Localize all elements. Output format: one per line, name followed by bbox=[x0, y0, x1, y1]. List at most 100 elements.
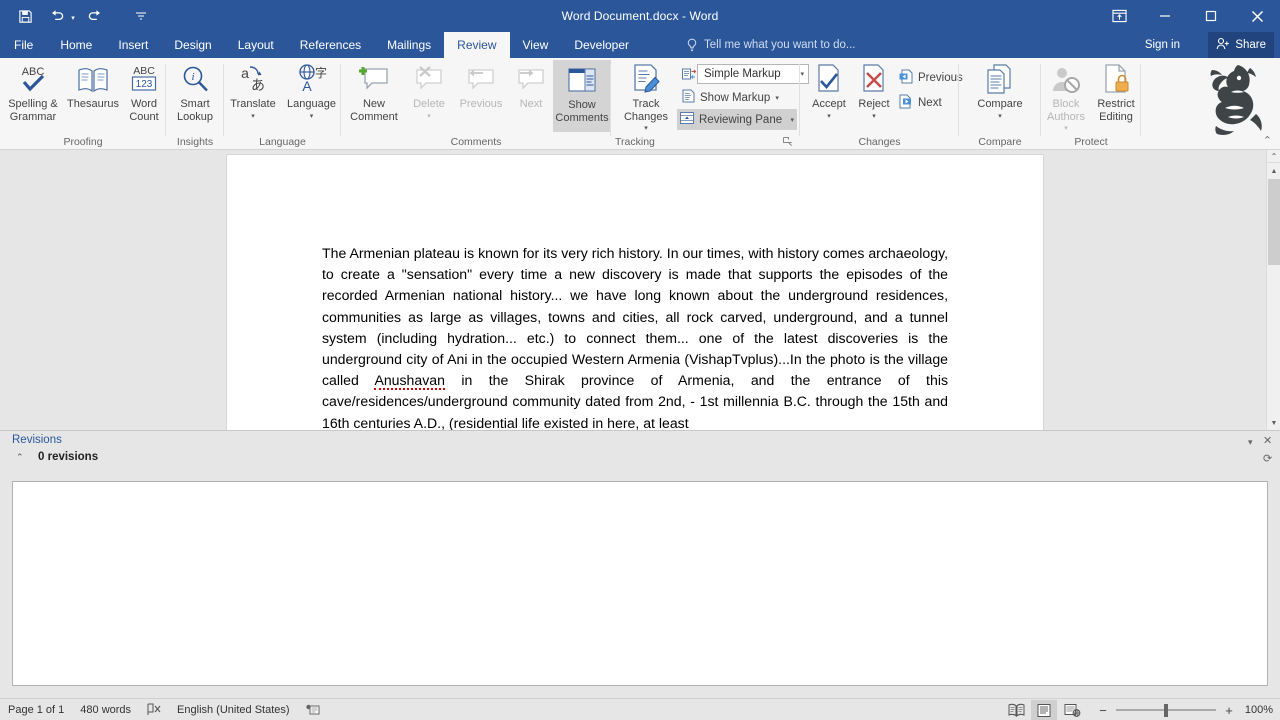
new-comment-button[interactable]: New Comment bbox=[343, 61, 405, 123]
tab-design[interactable]: Design bbox=[161, 32, 224, 58]
maximize-button[interactable] bbox=[1188, 0, 1234, 32]
ribbon-group-proofing: ABC Spelling & Grammar Thesaurus ABC 123 … bbox=[0, 58, 166, 150]
show-markup-button[interactable]: Show Markup ▾ bbox=[679, 87, 782, 108]
lightbulb-icon bbox=[686, 38, 698, 52]
tab-view[interactable]: View bbox=[510, 32, 562, 58]
thesaurus-button[interactable]: Thesaurus bbox=[64, 61, 122, 111]
restrict-editing-label: Restrict Editing bbox=[1097, 98, 1135, 123]
track-changes-button[interactable]: Track Changes ▾ bbox=[615, 61, 677, 136]
next-change-label: Next bbox=[918, 96, 942, 109]
share-button[interactable]: Share bbox=[1208, 32, 1274, 58]
language-dropdown-icon[interactable]: ▾ bbox=[310, 111, 314, 124]
tab-file[interactable]: File bbox=[0, 32, 48, 58]
previous-comment-button[interactable]: Previous bbox=[453, 61, 509, 111]
show-comments-button[interactable]: Show Comments bbox=[553, 60, 611, 132]
track-changes-label: Track Changes bbox=[623, 98, 669, 123]
word-count-indicator[interactable]: 480 words bbox=[72, 699, 139, 720]
tab-home[interactable]: Home bbox=[47, 32, 105, 58]
minimize-button[interactable] bbox=[1142, 0, 1188, 32]
track-changes-dropdown-icon[interactable]: ▾ bbox=[644, 123, 648, 136]
tab-developer[interactable]: Developer bbox=[561, 32, 642, 58]
macro-record-icon[interactable] bbox=[298, 699, 328, 720]
close-button[interactable] bbox=[1234, 0, 1280, 32]
smart-lookup-button[interactable]: i Smart Lookup bbox=[166, 61, 224, 123]
language-button[interactable]: A字 Language ▾ bbox=[282, 61, 341, 123]
tab-review[interactable]: Review bbox=[444, 32, 510, 58]
next-change-button[interactable]: Next bbox=[896, 92, 945, 113]
compare-button[interactable]: Compare ▾ bbox=[969, 61, 1031, 123]
accept-button[interactable]: Accept ▾ bbox=[806, 61, 852, 123]
translate-label: Translate bbox=[230, 98, 276, 110]
block-authors-button[interactable]: Block Authors ▾ bbox=[1041, 61, 1091, 136]
document-body-text[interactable]: The Armenian plateau is known for its ve… bbox=[322, 243, 948, 430]
proofing-errors-icon[interactable] bbox=[139, 699, 169, 720]
scroll-up-button[interactable]: ▲ bbox=[1267, 164, 1280, 178]
zoom-in-button[interactable]: + bbox=[1220, 703, 1238, 718]
block-authors-icon bbox=[1050, 61, 1082, 95]
tab-insert[interactable]: Insert bbox=[105, 32, 161, 58]
accept-dropdown-icon[interactable]: ▾ bbox=[827, 111, 831, 124]
ribbon-group-compare: Compare ▾ Compare bbox=[959, 58, 1041, 150]
show-markup-label: Show Markup bbox=[700, 91, 771, 104]
revisions-pane-menu-icon[interactable]: ▾ bbox=[1248, 437, 1253, 448]
reviewing-pane-icon bbox=[680, 111, 694, 128]
tab-layout[interactable]: Layout bbox=[225, 32, 287, 58]
ribbon-display-options-icon[interactable] bbox=[1096, 0, 1142, 32]
collapse-ribbon-button[interactable]: ⌃ bbox=[1263, 134, 1272, 147]
split-window-handle[interactable]: ⌃ bbox=[1267, 150, 1280, 163]
view-read-mode-button[interactable] bbox=[1003, 700, 1029, 720]
tab-references[interactable]: References bbox=[287, 32, 374, 58]
view-print-layout-button[interactable] bbox=[1031, 700, 1057, 720]
revisions-pane-refresh-icon[interactable]: ⟳ bbox=[1263, 452, 1272, 465]
misspelled-word[interactable]: Anushavan bbox=[374, 372, 445, 391]
page-indicator[interactable]: Page 1 of 1 bbox=[0, 699, 72, 720]
markup-display-combo[interactable]: Simple Markup ▾ bbox=[697, 64, 809, 84]
reviewing-pane-button[interactable]: Reviewing Pane ▾ bbox=[677, 109, 797, 130]
svg-text:a: a bbox=[241, 65, 249, 81]
delete-comment-dropdown-icon[interactable]: ▾ bbox=[427, 111, 431, 124]
ribbon-group-language: aあ Translate ▾ A字 Language ▾ Language bbox=[224, 58, 341, 150]
reviewing-pane-dropdown-icon[interactable]: ▾ bbox=[790, 116, 794, 124]
view-web-layout-button[interactable] bbox=[1059, 700, 1085, 720]
word-window: ▾ Word Document.docx - Word File Home In… bbox=[0, 0, 1280, 720]
document-vertical-scrollbar[interactable]: ⌃ ▲ ▼ bbox=[1266, 150, 1280, 430]
previous-change-button[interactable]: Previous bbox=[896, 67, 966, 88]
reject-button[interactable]: Reject ▾ bbox=[852, 61, 896, 123]
document-page[interactable]: The Armenian plateau is known for its ve… bbox=[227, 155, 1043, 430]
ribbon-tab-strip: File Home Insert Design Layout Reference… bbox=[0, 32, 1280, 58]
spelling-grammar-button[interactable]: ABC Spelling & Grammar bbox=[2, 61, 64, 123]
share-person-icon bbox=[1216, 37, 1230, 53]
window-controls bbox=[1096, 0, 1280, 32]
revisions-list[interactable] bbox=[12, 481, 1268, 686]
revisions-collapse-icon[interactable]: ⌃ bbox=[16, 452, 24, 463]
tracking-dialog-launcher[interactable] bbox=[783, 137, 793, 148]
sign-in-button[interactable]: Sign in bbox=[1145, 32, 1180, 58]
language-indicator[interactable]: English (United States) bbox=[169, 699, 298, 720]
tab-mailings[interactable]: Mailings bbox=[374, 32, 444, 58]
translate-dropdown-icon[interactable]: ▾ bbox=[251, 111, 255, 124]
tell-me-search[interactable]: Tell me what you want to do... bbox=[686, 32, 856, 58]
block-authors-dropdown-icon[interactable]: ▾ bbox=[1064, 123, 1068, 136]
previous-comment-icon bbox=[465, 61, 497, 95]
scroll-thumb[interactable] bbox=[1268, 179, 1280, 265]
new-comment-icon bbox=[357, 61, 391, 95]
show-markup-dropdown-icon[interactable]: ▾ bbox=[775, 94, 779, 102]
restrict-editing-button[interactable]: Restrict Editing bbox=[1091, 61, 1141, 123]
next-comment-button[interactable]: Next bbox=[509, 61, 553, 111]
scroll-down-button[interactable]: ▼ bbox=[1267, 416, 1280, 430]
show-markup-icon bbox=[682, 89, 695, 106]
svg-text:i: i bbox=[191, 71, 194, 83]
zoom-slider[interactable] bbox=[1116, 703, 1216, 717]
reject-dropdown-icon[interactable]: ▾ bbox=[872, 111, 876, 124]
zoom-out-button[interactable]: − bbox=[1094, 703, 1112, 718]
delete-comment-button[interactable]: Delete ▾ bbox=[405, 61, 453, 123]
compare-dropdown-icon[interactable]: ▾ bbox=[998, 111, 1002, 124]
zoom-level-label[interactable]: 100% bbox=[1238, 704, 1280, 716]
zoom-slider-thumb[interactable] bbox=[1164, 704, 1168, 717]
word-count-icon: ABC 123 bbox=[127, 61, 161, 95]
translate-button[interactable]: aあ Translate ▾ bbox=[224, 61, 282, 123]
next-comment-icon bbox=[515, 61, 547, 95]
revisions-pane-close-icon[interactable]: ✕ bbox=[1263, 434, 1272, 447]
group-label-insights: Insights bbox=[176, 136, 214, 148]
word-count-button[interactable]: ABC 123 Word Count bbox=[122, 61, 166, 123]
